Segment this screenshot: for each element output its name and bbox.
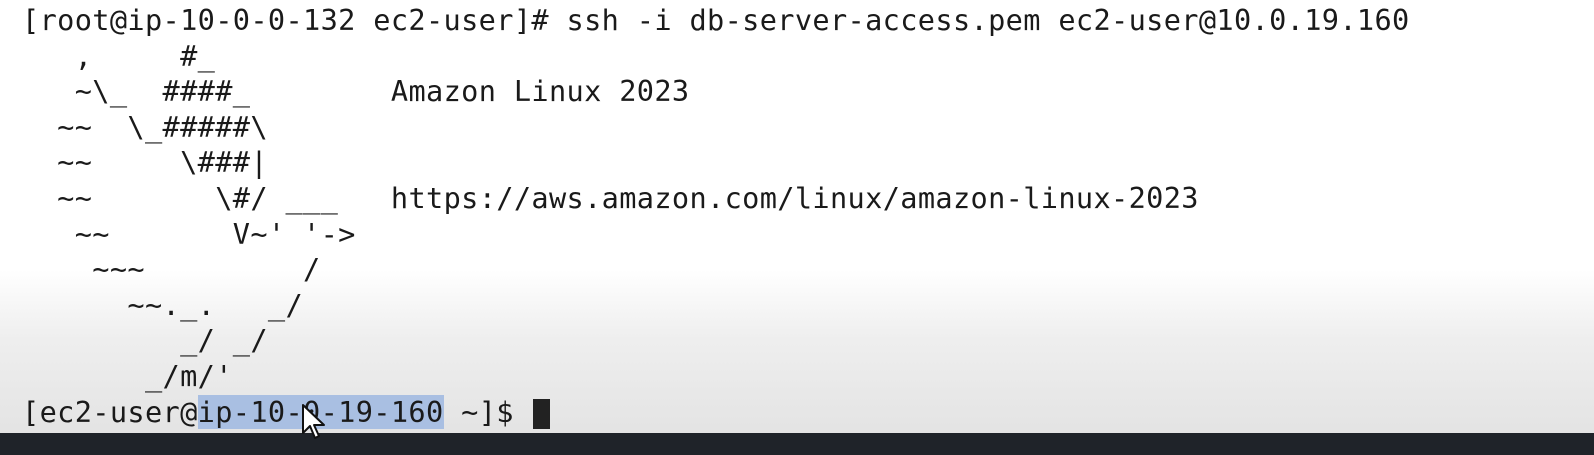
motd-art-line: ~~ V~' '-> bbox=[22, 216, 356, 251]
mouse-pointer-icon bbox=[302, 404, 325, 439]
motd-art-line: ~\_ ####_ bbox=[22, 74, 391, 109]
motd-art-line: ~~ \###| bbox=[22, 145, 268, 180]
shell-prompt[interactable]: [ec2-user@ip-10-0-19-160 ~]$ bbox=[22, 394, 1410, 431]
terminal-output[interactable]: [root@ip-10-0-0-132 ec2-user]# ssh -i db… bbox=[22, 3, 1410, 430]
motd-art-line-with-url: ~~ \#/ ___ https://aws.amazon.com/linux/… bbox=[22, 181, 1410, 217]
command-line: [root@ip-10-0-0-132 ec2-user]# ssh -i db… bbox=[22, 3, 1410, 37]
prompt-user: [ec2-user@ bbox=[22, 394, 198, 429]
prompt-suffix: ~]$ bbox=[443, 394, 532, 429]
motd-art-line: _/ _/ bbox=[22, 323, 268, 358]
motd-art-line-with-title: ~\_ ####_ Amazon Linux 2023 bbox=[22, 74, 1410, 110]
motd-art-line: ~~._. _/ bbox=[22, 287, 304, 322]
motd-art-line: _/m/' bbox=[22, 358, 233, 393]
motd-art-line: ~~~ / bbox=[22, 252, 321, 287]
bottom-bar bbox=[0, 433, 1594, 455]
text-cursor bbox=[533, 398, 551, 429]
motd-url: https://aws.amazon.com/linux/amazon-linu… bbox=[390, 180, 1199, 215]
motd-art-line: ~~ \#/ ___ bbox=[22, 180, 391, 215]
motd-art-line: , #_ bbox=[22, 38, 216, 73]
motd-art-line: ~~ \_#####\ bbox=[22, 109, 268, 144]
motd-title: Amazon Linux 2023 bbox=[390, 74, 690, 109]
